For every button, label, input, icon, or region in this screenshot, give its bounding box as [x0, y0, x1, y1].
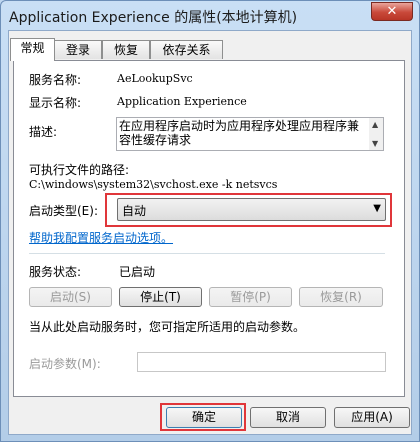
scroll-up-icon[interactable]: ▲ [372, 120, 378, 129]
start-params-hint: 当从此处启动服务时，您可指定所适用的启动参数。 [29, 320, 306, 334]
startup-type-label: 启动类型(E): [29, 204, 98, 218]
help-configure-link[interactable]: 帮助我配置服务启动选项。 [29, 229, 173, 246]
stop-button[interactable]: 停止(T) [119, 287, 202, 307]
start-params-label: 启动参数(M): [29, 357, 101, 371]
description-label: 描述: [29, 125, 58, 139]
close-icon: ✕ [386, 4, 398, 19]
start-params-input[interactable] [137, 352, 386, 372]
resume-button[interactable]: 恢复(R) [299, 287, 383, 307]
highlight-startup-type [105, 193, 392, 227]
window-title: Application Experience 的属性(本地计算机) [9, 10, 298, 26]
tab-dependencies[interactable]: 依存关系 [150, 40, 223, 59]
close-button[interactable]: ✕ [371, 2, 413, 21]
highlight-ok-button [160, 403, 246, 431]
cancel-button[interactable]: 取消 [250, 407, 326, 428]
exe-path-label: 可执行文件的路径: [29, 163, 130, 177]
apply-button[interactable]: 应用(A) [334, 407, 410, 428]
divider [29, 253, 385, 254]
description-box[interactable]: 在应用程序启动时为应用程序处理应用程序兼容性缓存请求 ▲ ▼ [116, 117, 384, 151]
scroll-down-icon[interactable]: ▼ [372, 139, 378, 148]
start-button[interactable]: 启动(S) [29, 287, 112, 307]
title-bar[interactable]: Application Experience 的属性(本地计算机) ✕ [1, 1, 419, 31]
tab-recovery[interactable]: 恢复 [102, 40, 150, 59]
pause-button[interactable]: 暂停(P) [209, 287, 292, 307]
description-scrollbar[interactable]: ▲ ▼ [369, 118, 383, 150]
service-status-label: 服务状态: [29, 265, 82, 279]
service-status-value: 已启动 [119, 265, 156, 279]
tab-general[interactable]: 常规 [10, 38, 55, 61]
tab-logon[interactable]: 登录 [54, 40, 102, 59]
description-text: 在应用程序启动时为应用程序处理应用程序兼容性缓存请求 [119, 119, 360, 147]
service-name-label: 服务名称: [29, 73, 82, 87]
display-name-value: Application Experience [117, 95, 247, 108]
display-name-label: 显示名称: [29, 96, 82, 110]
exe-path-value: C:\windows\system32\svchost.exe -k netsv… [29, 178, 278, 191]
service-name-value: AeLookupSvc [117, 72, 193, 85]
